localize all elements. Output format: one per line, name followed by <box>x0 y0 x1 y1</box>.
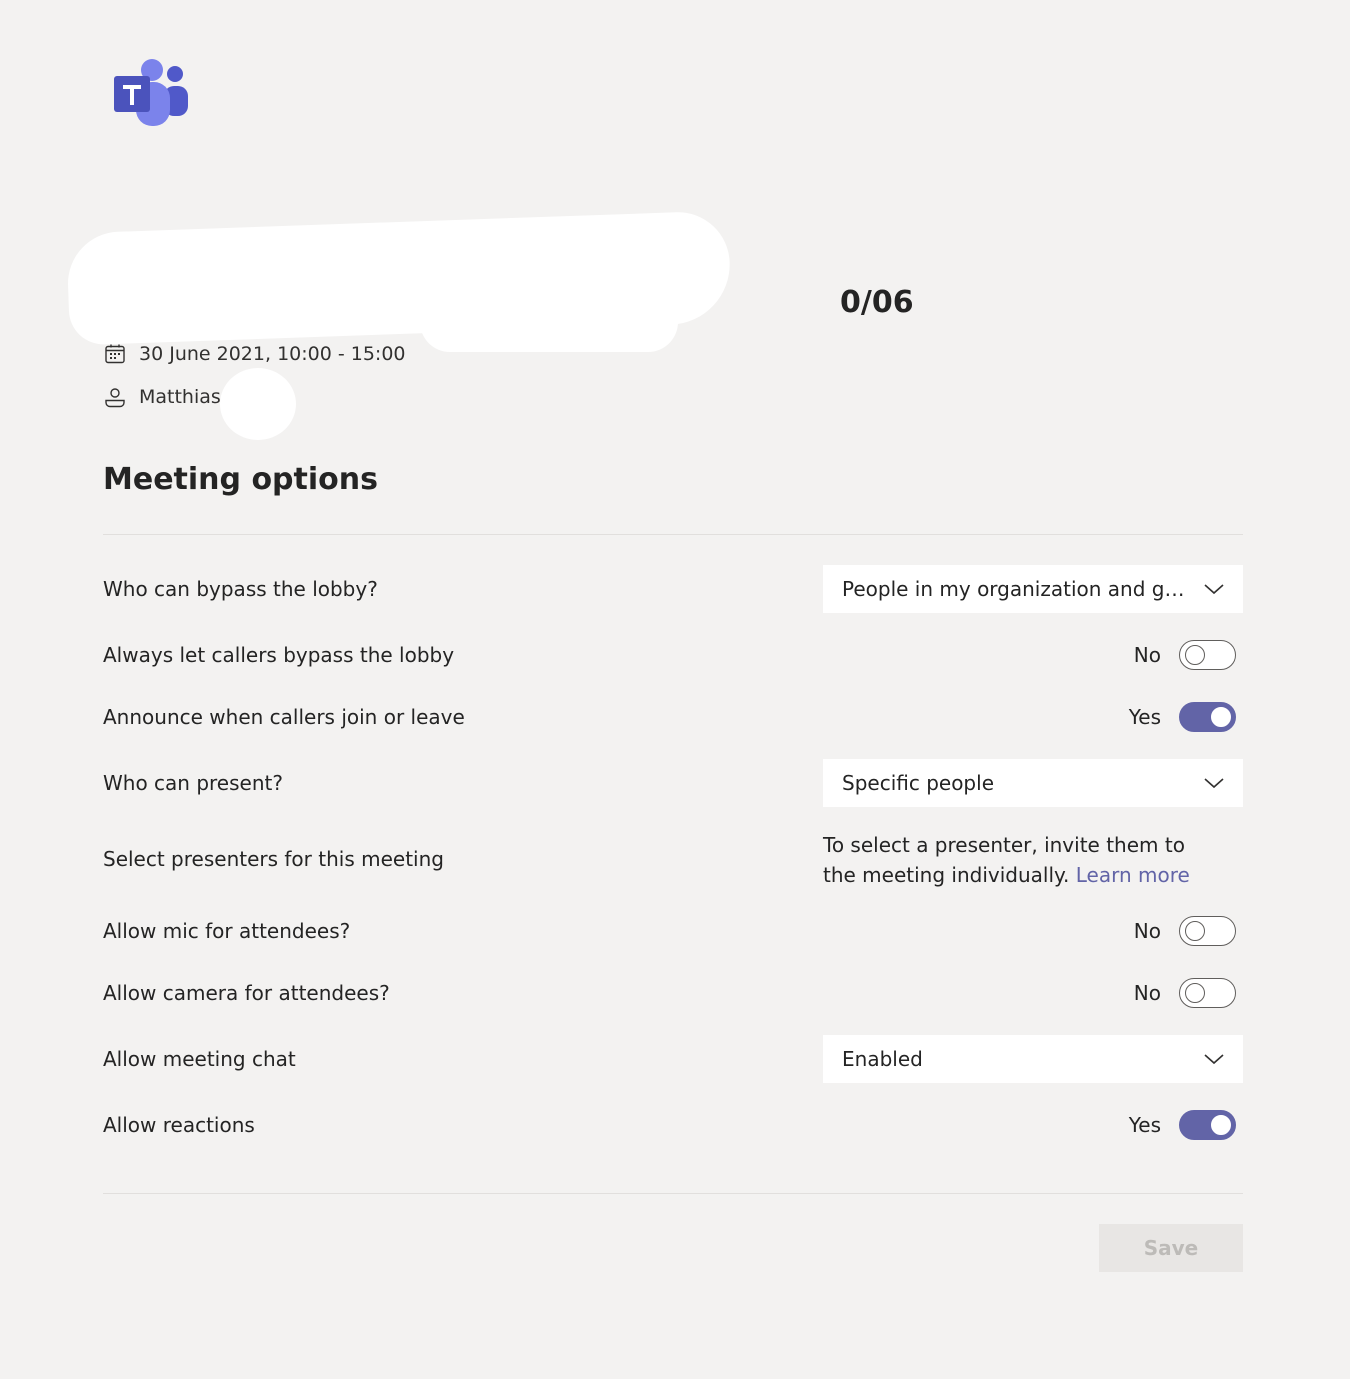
chevron-down-icon <box>1204 1054 1224 1065</box>
toggle-knob <box>1185 645 1205 665</box>
toggle-state: No <box>1133 919 1161 943</box>
save-button[interactable]: Save <box>1099 1224 1243 1272</box>
reactions-toggle[interactable] <box>1179 1110 1236 1140</box>
toggle-knob <box>1211 707 1231 727</box>
toggle-knob <box>1211 1115 1231 1135</box>
toggle-knob <box>1185 983 1205 1003</box>
announce-callers-label: Announce when callers join or leave <box>103 705 465 729</box>
divider <box>103 1193 1243 1194</box>
allow-mic-toggle[interactable] <box>1179 916 1236 946</box>
meeting-date-text: 30 June 2021, 10:00 - 15:00 <box>139 343 406 365</box>
bypass-lobby-label: Who can bypass the lobby? <box>103 577 378 601</box>
callers-bypass-label: Always let callers bypass the lobby <box>103 643 455 667</box>
meeting-organizer: Matthias <box>103 385 221 409</box>
meeting-chat-label: Allow meeting chat <box>103 1047 296 1071</box>
callers-bypass-control: No <box>1134 640 1236 670</box>
meeting-date: 30 June 2021, 10:00 - 15:00 <box>103 342 406 366</box>
meeting-chat-dropdown[interactable]: Enabled <box>823 1035 1243 1083</box>
announce-callers-control: Yes <box>1129 702 1236 732</box>
redaction-mark <box>420 292 678 352</box>
toggle-state: Yes <box>1128 1113 1161 1137</box>
allow-camera-toggle[interactable] <box>1179 978 1236 1008</box>
select-presenters-info: To select a presenter, invite them to th… <box>823 830 1223 890</box>
toggle-knob <box>1185 921 1205 941</box>
redaction-mark <box>220 368 296 440</box>
allow-camera-label: Allow camera for attendees? <box>103 981 390 1005</box>
person-icon <box>105 388 125 408</box>
divider <box>103 534 1243 535</box>
allow-mic-label: Allow mic for attendees? <box>103 919 351 943</box>
organizer-name: Matthias <box>139 386 221 408</box>
learn-more-link[interactable]: Learn more <box>1076 863 1190 887</box>
who-can-present-dropdown[interactable]: Specific people <box>823 759 1243 807</box>
toggle-state: No <box>1133 643 1161 667</box>
bypass-lobby-dropdown[interactable]: People in my organization and gu... <box>823 565 1243 613</box>
chevron-down-icon <box>1204 584 1224 595</box>
select-presenters-label: Select presenters for this meeting <box>103 847 444 871</box>
calendar-icon <box>105 344 125 364</box>
reactions-control: Yes <box>1129 1110 1236 1140</box>
chevron-down-icon <box>1204 778 1224 789</box>
meeting-chat-value: Enabled <box>842 1047 923 1071</box>
allow-mic-control: No <box>1134 916 1236 946</box>
reactions-label: Allow reactions <box>103 1113 255 1137</box>
toggle-state: Yes <box>1128 705 1161 729</box>
who-can-present-value: Specific people <box>842 771 994 795</box>
section-heading: Meeting options <box>103 462 378 497</box>
toggle-state: No <box>1133 981 1161 1005</box>
teams-logo <box>114 59 188 126</box>
who-can-present-label: Who can present? <box>103 771 283 795</box>
callers-bypass-toggle[interactable] <box>1179 640 1236 670</box>
announce-callers-toggle[interactable] <box>1179 702 1236 732</box>
allow-camera-control: No <box>1134 978 1236 1008</box>
bypass-lobby-value: People in my organization and gu... <box>842 577 1191 601</box>
